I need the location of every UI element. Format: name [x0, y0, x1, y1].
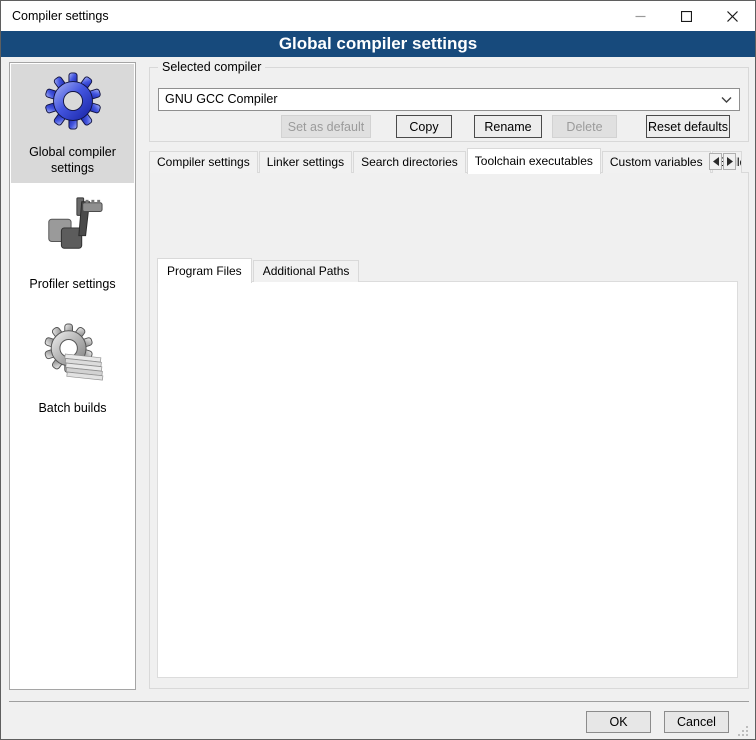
sidebar-item-global-compiler-settings[interactable]: Global compiler settings [11, 64, 134, 183]
blue-gear-icon [44, 72, 102, 130]
program-files-tab-bar: Program Files Additional Paths [157, 256, 360, 282]
caption-buttons [617, 1, 755, 31]
resize-grip[interactable] [737, 725, 749, 737]
tab-toolchain-executables[interactable]: Toolchain executables [467, 148, 601, 174]
sidebar-item-label: Batch builds [10, 400, 135, 416]
delete-button[interactable]: Delete [552, 115, 617, 138]
tab-scroll-right-button[interactable] [723, 153, 736, 170]
minimize-button[interactable] [617, 1, 663, 31]
selected-compiler-group-label: Selected compiler [158, 60, 265, 74]
chevron-down-icon [721, 97, 732, 103]
arrow-right-icon [727, 157, 733, 166]
rename-button[interactable]: Rename [474, 115, 542, 138]
tab-linker-settings[interactable]: Linker settings [259, 151, 352, 173]
arrow-left-icon [713, 157, 719, 166]
program-files-panel [157, 281, 738, 678]
settings-tab-bar: Compiler settings Linker settings Search… [149, 148, 749, 173]
maximize-button[interactable] [663, 1, 709, 31]
copy-button[interactable]: Copy [396, 115, 452, 138]
compiler-settings-dialog: Compiler settings Global compiler settin… [0, 0, 756, 740]
compiler-select[interactable]: GNU GCC Compiler [158, 88, 740, 111]
tab-compiler-settings[interactable]: Compiler settings [149, 151, 258, 173]
set-as-default-button[interactable]: Set as default [281, 115, 371, 138]
tab-custom-variables[interactable]: Custom variables [602, 151, 711, 173]
title-bar[interactable]: Compiler settings [1, 1, 755, 31]
close-button[interactable] [709, 1, 755, 31]
page-title: Global compiler settings [1, 31, 755, 57]
close-icon [727, 11, 738, 22]
tab-search-directories[interactable]: Search directories [353, 151, 466, 173]
cancel-button[interactable]: Cancel [664, 711, 729, 733]
sidebar-item-label: Profiler settings [10, 276, 135, 292]
caliper-icon [42, 195, 104, 257]
settings-category-list: Global compiler settings Profiler settin… [9, 62, 136, 690]
maximize-icon [681, 11, 692, 22]
compiler-select-value: GNU GCC Compiler [165, 89, 278, 110]
subtab-program-files[interactable]: Program Files [157, 258, 252, 283]
tab-scroll-left-button[interactable] [709, 153, 722, 170]
window-title: Compiler settings [12, 9, 109, 23]
footer-separator [9, 701, 749, 702]
gray-gear-stack-icon [42, 323, 104, 385]
minimize-icon [635, 11, 646, 22]
ok-button[interactable]: OK [586, 711, 651, 733]
subtab-additional-paths[interactable]: Additional Paths [253, 260, 360, 282]
sidebar-item-label: Global compiler settings [11, 144, 134, 176]
reset-defaults-button[interactable]: Reset defaults [646, 115, 730, 138]
